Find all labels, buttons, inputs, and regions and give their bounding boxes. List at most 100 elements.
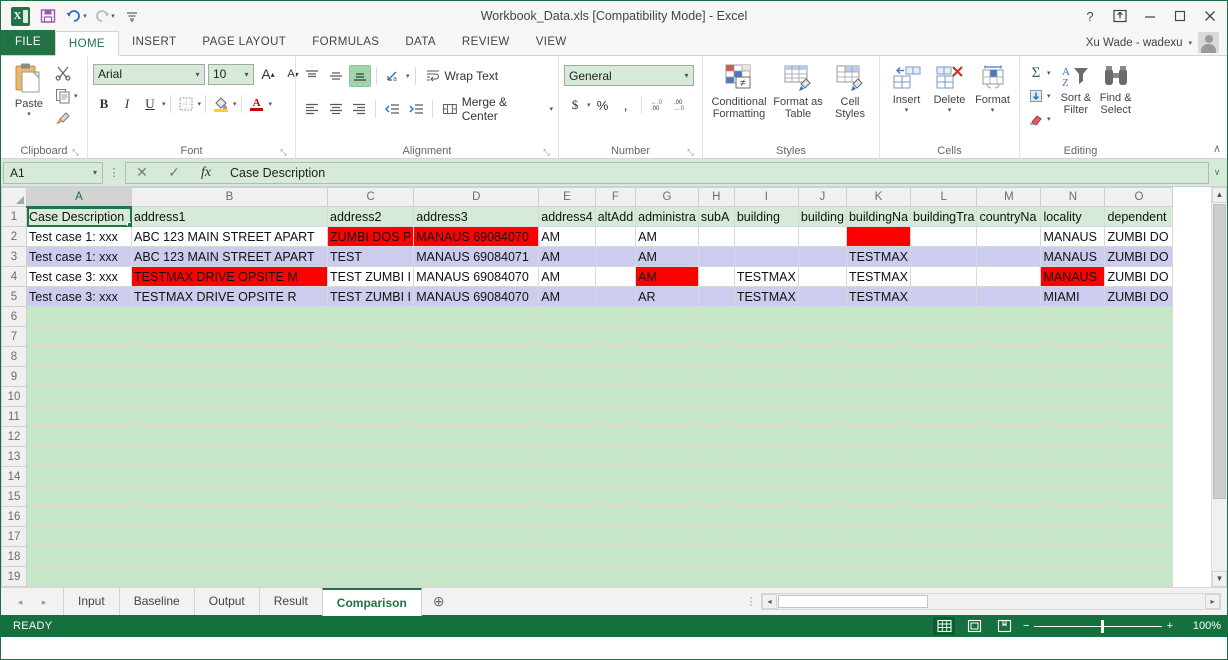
cell-A20[interactable] xyxy=(27,587,132,588)
cell-J5[interactable] xyxy=(798,287,846,307)
cell-H9[interactable] xyxy=(698,367,734,387)
cell-C20[interactable] xyxy=(328,587,414,588)
underline-button[interactable]: U xyxy=(139,93,161,115)
insert-function-button[interactable]: fx xyxy=(190,165,222,181)
row-header-19[interactable]: 19 xyxy=(2,567,27,587)
cell-I4[interactable]: TESTMAX xyxy=(734,267,798,287)
tab-review[interactable]: REVIEW xyxy=(449,30,523,55)
cell-I12[interactable] xyxy=(734,427,798,447)
tab-data[interactable]: DATA xyxy=(392,30,449,55)
cell-L11[interactable] xyxy=(911,407,977,427)
cell-L10[interactable] xyxy=(911,387,977,407)
cell-O13[interactable] xyxy=(1105,447,1173,467)
cell-N8[interactable] xyxy=(1041,347,1105,367)
cell-M12[interactable] xyxy=(977,427,1041,447)
cell-M10[interactable] xyxy=(977,387,1041,407)
font-size-caret-icon[interactable]: ▾ xyxy=(240,70,253,79)
increase-font-size-button[interactable]: A▴ xyxy=(257,63,279,85)
cell-D13[interactable] xyxy=(414,447,539,467)
cell-K11[interactable] xyxy=(846,407,910,427)
cell-O18[interactable] xyxy=(1105,547,1173,567)
column-header-i[interactable]: I xyxy=(734,188,798,207)
borders-button[interactable] xyxy=(175,93,197,115)
cell-K19[interactable] xyxy=(846,567,910,587)
column-header-j[interactable]: J xyxy=(798,188,846,207)
row-header-16[interactable]: 16 xyxy=(2,507,27,527)
column-header-n[interactable]: N xyxy=(1041,188,1105,207)
cell-F18[interactable] xyxy=(595,547,635,567)
row-header-10[interactable]: 10 xyxy=(2,387,27,407)
minimize-button[interactable] xyxy=(1135,2,1165,30)
cell-F14[interactable] xyxy=(595,467,635,487)
cell-D5[interactable]: MANAUS 69084070 xyxy=(414,287,539,307)
format-as-table-button[interactable]: Format as Table xyxy=(770,62,826,120)
cell-K20[interactable] xyxy=(846,587,910,588)
font-size-combo[interactable]: 10 ▾ xyxy=(208,64,254,85)
cell-D6[interactable] xyxy=(414,307,539,327)
first-sheet-button[interactable]: ◂ xyxy=(9,592,31,612)
cell-K18[interactable] xyxy=(846,547,910,567)
cell-D12[interactable] xyxy=(414,427,539,447)
cell-styles-button[interactable]: Cell Styles xyxy=(826,62,874,120)
cell-K17[interactable] xyxy=(846,527,910,547)
cell-N4[interactable]: MANAUS xyxy=(1041,267,1105,287)
cell-N6[interactable] xyxy=(1041,307,1105,327)
cell-J13[interactable] xyxy=(798,447,846,467)
cell-N15[interactable] xyxy=(1041,487,1105,507)
font-name-combo[interactable]: Arial ▾ xyxy=(93,64,205,85)
cell-K3[interactable]: TESTMAX xyxy=(846,247,910,267)
cell-A8[interactable] xyxy=(27,347,132,367)
copy-caret-icon[interactable]: ▾ xyxy=(74,92,78,100)
cell-I17[interactable] xyxy=(734,527,798,547)
cell-B15[interactable] xyxy=(132,487,328,507)
cell-L6[interactable] xyxy=(911,307,977,327)
cell-L18[interactable] xyxy=(911,547,977,567)
cell-C19[interactable] xyxy=(328,567,414,587)
cell-K12[interactable] xyxy=(846,427,910,447)
cell-B20[interactable] xyxy=(132,587,328,588)
cell-D17[interactable] xyxy=(414,527,539,547)
accounting-caret-icon[interactable]: ▾ xyxy=(587,101,591,109)
cell-D7[interactable] xyxy=(414,327,539,347)
select-all-button[interactable] xyxy=(2,188,27,207)
cell-C12[interactable] xyxy=(328,427,414,447)
zoom-level[interactable]: 100% xyxy=(1181,620,1221,632)
cell-N20[interactable] xyxy=(1041,587,1105,588)
cell-H8[interactable] xyxy=(698,347,734,367)
row-header-14[interactable]: 14 xyxy=(2,467,27,487)
italic-button[interactable]: I xyxy=(116,93,138,115)
clipboard-dialog-launcher[interactable]: ⤡ xyxy=(71,148,80,157)
cell-A9[interactable] xyxy=(27,367,132,387)
cut-button[interactable] xyxy=(52,62,74,84)
sheet-tab-comparison[interactable]: Comparison xyxy=(322,588,422,616)
cell-K16[interactable] xyxy=(846,507,910,527)
sheet-tab-result[interactable]: Result xyxy=(259,588,322,615)
autosum-caret-icon[interactable]: ▾ xyxy=(1047,69,1051,77)
decrease-decimal-button[interactable]: .00→.0 xyxy=(669,94,691,116)
alignment-dialog-launcher[interactable]: ⤡ xyxy=(542,148,551,157)
cell-J8[interactable] xyxy=(798,347,846,367)
cell-B5[interactable]: TESTMAX DRIVE OPSITE R xyxy=(132,287,328,307)
cell-L20[interactable] xyxy=(911,587,977,588)
cell-E3[interactable]: AM xyxy=(539,247,595,267)
excel-app-icon[interactable]: X xyxy=(7,4,33,28)
account-area[interactable]: Xu Wade - wadexu ▾ xyxy=(1086,30,1227,55)
cell-C15[interactable] xyxy=(328,487,414,507)
column-header-k[interactable]: K xyxy=(846,188,910,207)
cell-B7[interactable] xyxy=(132,327,328,347)
redo-icon[interactable]: ▾ xyxy=(91,4,117,28)
cell-I5[interactable]: TESTMAX xyxy=(734,287,798,307)
cell-E8[interactable] xyxy=(539,347,595,367)
cell-G5[interactable]: AR xyxy=(636,287,699,307)
undo-icon[interactable]: ▾ xyxy=(63,4,89,28)
cell-K9[interactable] xyxy=(846,367,910,387)
cell-M17[interactable] xyxy=(977,527,1041,547)
cell-G2[interactable]: AM xyxy=(636,227,699,247)
cell-H7[interactable] xyxy=(698,327,734,347)
cell-D14[interactable] xyxy=(414,467,539,487)
row-header-20[interactable]: 20 xyxy=(2,587,27,588)
cell-J3[interactable] xyxy=(798,247,846,267)
fill-caret-icon[interactable]: ▾ xyxy=(1047,92,1051,100)
cell-L4[interactable] xyxy=(911,267,977,287)
clear-button[interactable] xyxy=(1025,108,1047,130)
